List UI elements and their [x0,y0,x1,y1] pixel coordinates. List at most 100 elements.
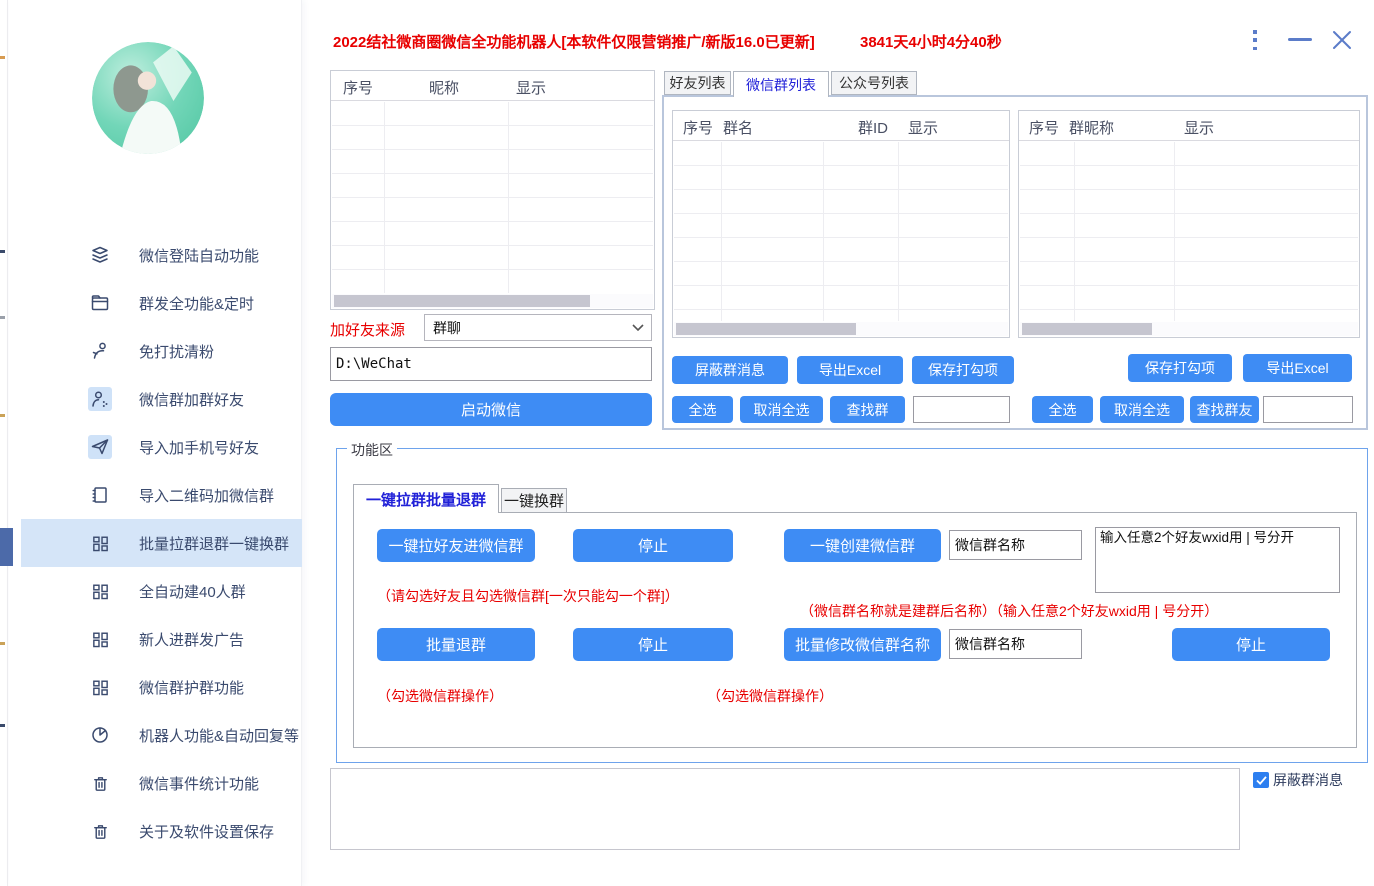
pull-friends-into-group-button[interactable]: 一键拉好友进微信群 [377,529,535,562]
create-group-button[interactable]: 一键创建微信群 [784,529,941,562]
scrollbar-thumb[interactable] [334,295,590,307]
sidebar-item[interactable]: 导入加手机号好友 [21,423,302,471]
deselect-all-button[interactable]: 取消全选 [740,396,823,423]
stop-button-1[interactable]: 停止 [573,529,733,562]
find-member-button[interactable]: 查找群友 [1190,396,1259,423]
group-table[interactable]: 序号 群名 群ID 显示 [672,110,1010,338]
tab-switch-group[interactable]: 一键换群 [501,488,567,513]
left-edge-strip [0,0,8,886]
note-select-friend-group: （请勾选好友且勾选微信群[一次只能勾一个群]） [377,586,679,606]
find-group-button[interactable]: 查找群 [830,396,905,423]
grid-icon [88,579,112,603]
stop-button-2[interactable]: 停止 [573,628,733,661]
add-friend-source-label: 加好友来源 [330,319,405,340]
edge-artifact [0,250,5,253]
wechat-path-input[interactable] [330,347,652,381]
minimize-icon[interactable] [1288,38,1312,41]
uptime-timer: 3841天4小时4分40秒 [860,31,1002,52]
block-group-messages-checkbox-row[interactable]: 屏蔽群消息 [1253,770,1343,790]
sidebar-item-label: 免打扰清粉 [139,341,214,362]
scrollbar-thumb[interactable] [676,323,856,335]
scrollbar-thumb[interactable] [1022,323,1152,335]
start-wechat-button[interactable]: 启动微信 [330,393,652,426]
sidebar-item[interactable]: 微信事件统计功能 [21,759,302,807]
friend-table-body [332,102,653,293]
horizontal-scrollbar[interactable] [1020,322,1358,336]
log-listbox[interactable] [330,768,1240,850]
find-member-input[interactable] [1263,396,1353,423]
sidebar-item-label: 批量拉群退群一键换群 [139,533,289,554]
sidebar-item[interactable]: 机器人功能&自动回复等 [21,711,302,759]
tab-group-list[interactable]: 微信群列表 [733,71,829,97]
selected-item-indicator [0,528,13,566]
sidebar-item-label: 机器人功能&自动回复等 [139,725,299,746]
save-checked-button-right[interactable]: 保存打勾项 [1128,354,1232,382]
edge-artifact [0,56,5,59]
sidebar-item[interactable]: 群发全功能&定时 [21,279,302,327]
source-select-value: 群聊 [433,318,461,338]
note-group-name: （微信群名称就是建群后名称）（输入任意2个好友wxid用 | 号分开） [800,601,1218,621]
wxid-textarea[interactable]: 输入任意2个好友wxid用 | 号分开 [1095,527,1340,593]
tab-pull-quit-group[interactable]: 一键拉群批量退群 [353,484,499,513]
layers-icon [88,243,112,267]
column-divider [384,102,385,293]
sidebar-item[interactable]: 微信群加群好友 [21,375,302,423]
deselect-all-button-right[interactable]: 取消全选 [1100,396,1184,423]
sidebar-item[interactable]: 关于及软件设置保存 [21,807,302,855]
save-checked-button[interactable]: 保存打勾项 [912,356,1014,384]
batch-quit-group-button[interactable]: 批量退群 [377,628,535,661]
select-all-button-right[interactable]: 全选 [1032,396,1093,423]
avatar [92,42,204,154]
export-excel-button-right[interactable]: 导出Excel [1243,354,1352,382]
sidebar-item-label: 全自动建40人群 [139,581,246,602]
column-header: 群昵称 [1069,117,1114,138]
member-table[interactable]: 序号 群昵称 显示 [1018,110,1360,338]
tab-friend-list[interactable]: 好友列表 [664,71,731,95]
horizontal-scrollbar[interactable] [674,322,1008,336]
grid-icon [88,531,112,555]
select-all-button[interactable]: 全选 [672,396,733,423]
folder-icon [88,291,112,315]
close-icon[interactable] [1331,29,1353,51]
block-group-messages-button[interactable]: 屏蔽群消息 [672,356,788,384]
find-group-input[interactable] [913,396,1010,423]
column-header: 显示 [1184,117,1214,138]
friend-table[interactable]: 序号 昵称 显示 [330,70,655,310]
pie-icon [88,723,112,747]
sidebar-item[interactable]: 新人进群发广告 [21,615,302,663]
kebab-menu-icon[interactable] [1249,30,1261,50]
group-table-body [674,142,1008,321]
edge-artifact [0,642,5,645]
block-group-messages-checkbox-label: 屏蔽群消息 [1273,770,1343,790]
edge-artifact [0,724,5,727]
sidebar-item[interactable]: 全自动建40人群 [21,567,302,615]
group-name-input-1[interactable] [949,530,1082,560]
export-excel-button[interactable]: 导出Excel [797,356,903,384]
sidebar-item[interactable]: 微信登陆自动功能 [21,231,302,279]
batch-rename-group-button[interactable]: 批量修改微信群名称 [784,628,941,661]
note-check-group-op-1: （勾选微信群操作） [377,686,503,706]
tab-official-account-list[interactable]: 公众号列表 [831,71,917,95]
horizontal-scrollbar[interactable] [332,294,653,308]
checkbox-checked-icon[interactable] [1253,772,1269,788]
column-header: 群名 [723,117,753,138]
edge-artifact [0,316,5,319]
sidebar-item[interactable]: 导入二维码加微信群 [21,471,302,519]
sidebar-item-label: 微信群护群功能 [139,677,244,698]
sidebar-item-label: 关于及软件设置保存 [139,821,274,842]
column-header: 序号 [683,117,713,138]
sidebar-item[interactable]: 微信群护群功能 [21,663,302,711]
grid-icon [88,627,112,651]
column-divider [898,142,899,321]
column-divider [1174,142,1175,321]
sidebar-item[interactable]: 免打扰清粉 [21,327,302,375]
sidebar-item[interactable]: 批量拉群退群一键换群 [21,519,302,567]
stop-button-3[interactable]: 停止 [1172,628,1330,661]
sidebar-item-label: 微信群加群好友 [139,389,244,410]
group-name-input-2[interactable] [949,629,1082,659]
source-select[interactable]: 群聊 [424,314,652,341]
edge-artifact [0,414,5,417]
sidebar-item-label: 群发全功能&定时 [139,293,254,314]
column-header: 昵称 [429,77,459,98]
note-check-group-op-2: （勾选微信群操作） [707,686,833,706]
